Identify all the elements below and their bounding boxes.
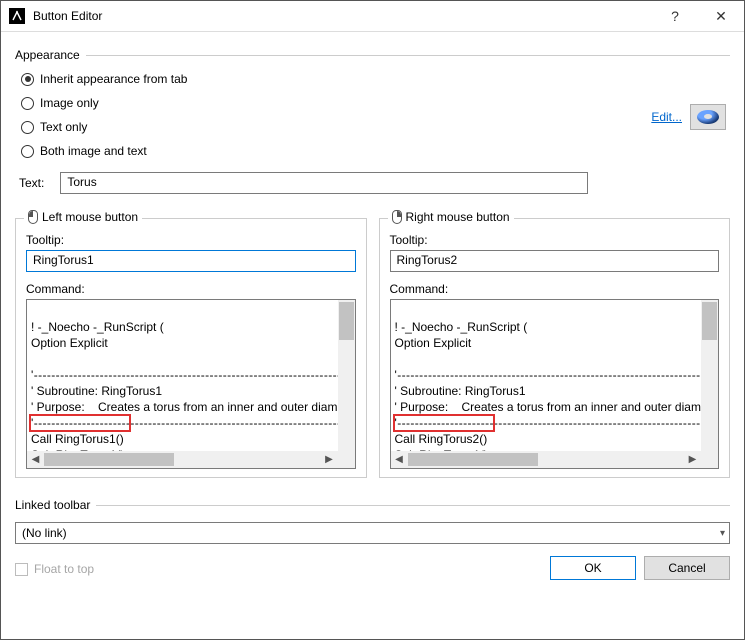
chevron-down-icon: ▾ — [720, 528, 725, 539]
scroll-left-icon[interactable]: ◀ — [391, 454, 408, 465]
radio-label: Image only — [40, 96, 99, 110]
command-label: Command: — [26, 282, 356, 296]
text-label: Text: — [19, 176, 44, 190]
radio-both[interactable]: Both image and text — [21, 144, 730, 158]
scrollbar-vertical[interactable] — [701, 300, 718, 451]
mouse-right-icon — [392, 210, 402, 224]
scrollbar-horizontal[interactable]: ◀ ▶ — [27, 451, 338, 468]
tooltip-label: Tooltip: — [26, 233, 356, 247]
right-mouse-panel: Right mouse button Tooltip: RingTorus2 C… — [379, 218, 731, 478]
panel-caption: Right mouse button — [406, 210, 510, 224]
radio-icon — [21, 121, 34, 134]
command-content: ! -_Noecho -_RunScript ( Option Explicit… — [395, 303, 720, 469]
command-textarea-left[interactable]: ! -_Noecho -_RunScript ( Option Explicit… — [26, 299, 356, 469]
preview-icon-button[interactable] — [690, 104, 726, 130]
command-content: ! -_Noecho -_RunScript ( Option Explicit… — [31, 303, 356, 469]
radio-image[interactable]: Image only — [21, 96, 730, 110]
panel-caption: Left mouse button — [42, 210, 138, 224]
scrollbar-horizontal[interactable]: ◀ ▶ — [391, 451, 702, 468]
scroll-corner — [701, 451, 718, 468]
linked-toolbar-select[interactable]: (No link) ▾ — [15, 522, 730, 544]
help-button[interactable]: ? — [652, 1, 698, 31]
radio-label: Both image and text — [40, 144, 147, 158]
appearance-heading: Appearance — [15, 48, 730, 62]
titlebar: Button Editor ? ✕ — [1, 1, 744, 32]
app-icon — [9, 8, 25, 24]
scroll-right-icon[interactable]: ▶ — [321, 454, 338, 465]
tooltip-input-left[interactable]: RingTorus1 — [26, 250, 356, 272]
radio-label: Inherit appearance from tab — [40, 72, 187, 86]
window-title: Button Editor — [33, 9, 652, 23]
scroll-left-icon[interactable]: ◀ — [27, 454, 44, 465]
linked-heading: Linked toolbar — [15, 498, 730, 512]
radio-inherit[interactable]: Inherit appearance from tab — [21, 72, 730, 86]
command-textarea-right[interactable]: ! -_Noecho -_RunScript ( Option Explicit… — [390, 299, 720, 469]
command-label: Command: — [390, 282, 720, 296]
tooltip-input-right[interactable]: RingTorus2 — [390, 250, 720, 272]
radio-icon — [21, 97, 34, 110]
tooltip-label: Tooltip: — [390, 233, 720, 247]
edit-link[interactable]: Edit... — [651, 110, 682, 124]
select-value: (No link) — [22, 526, 67, 540]
close-button[interactable]: ✕ — [698, 1, 744, 31]
radio-label: Text only — [40, 120, 87, 134]
scroll-corner — [338, 451, 355, 468]
radio-text[interactable]: Text only — [21, 120, 730, 134]
checkbox-icon — [15, 563, 28, 576]
torus-icon — [697, 110, 719, 124]
ok-button[interactable]: OK — [550, 556, 636, 580]
left-mouse-panel: Left mouse button Tooltip: RingTorus1 Co… — [15, 218, 367, 478]
scroll-right-icon[interactable]: ▶ — [684, 454, 701, 465]
text-input[interactable]: Torus — [60, 172, 588, 194]
radio-icon — [21, 73, 34, 86]
cancel-button[interactable]: Cancel — [644, 556, 730, 580]
radio-icon — [21, 145, 34, 158]
scrollbar-vertical[interactable] — [338, 300, 355, 451]
checkbox-label: Float to top — [34, 562, 94, 576]
mouse-left-icon — [28, 210, 38, 224]
